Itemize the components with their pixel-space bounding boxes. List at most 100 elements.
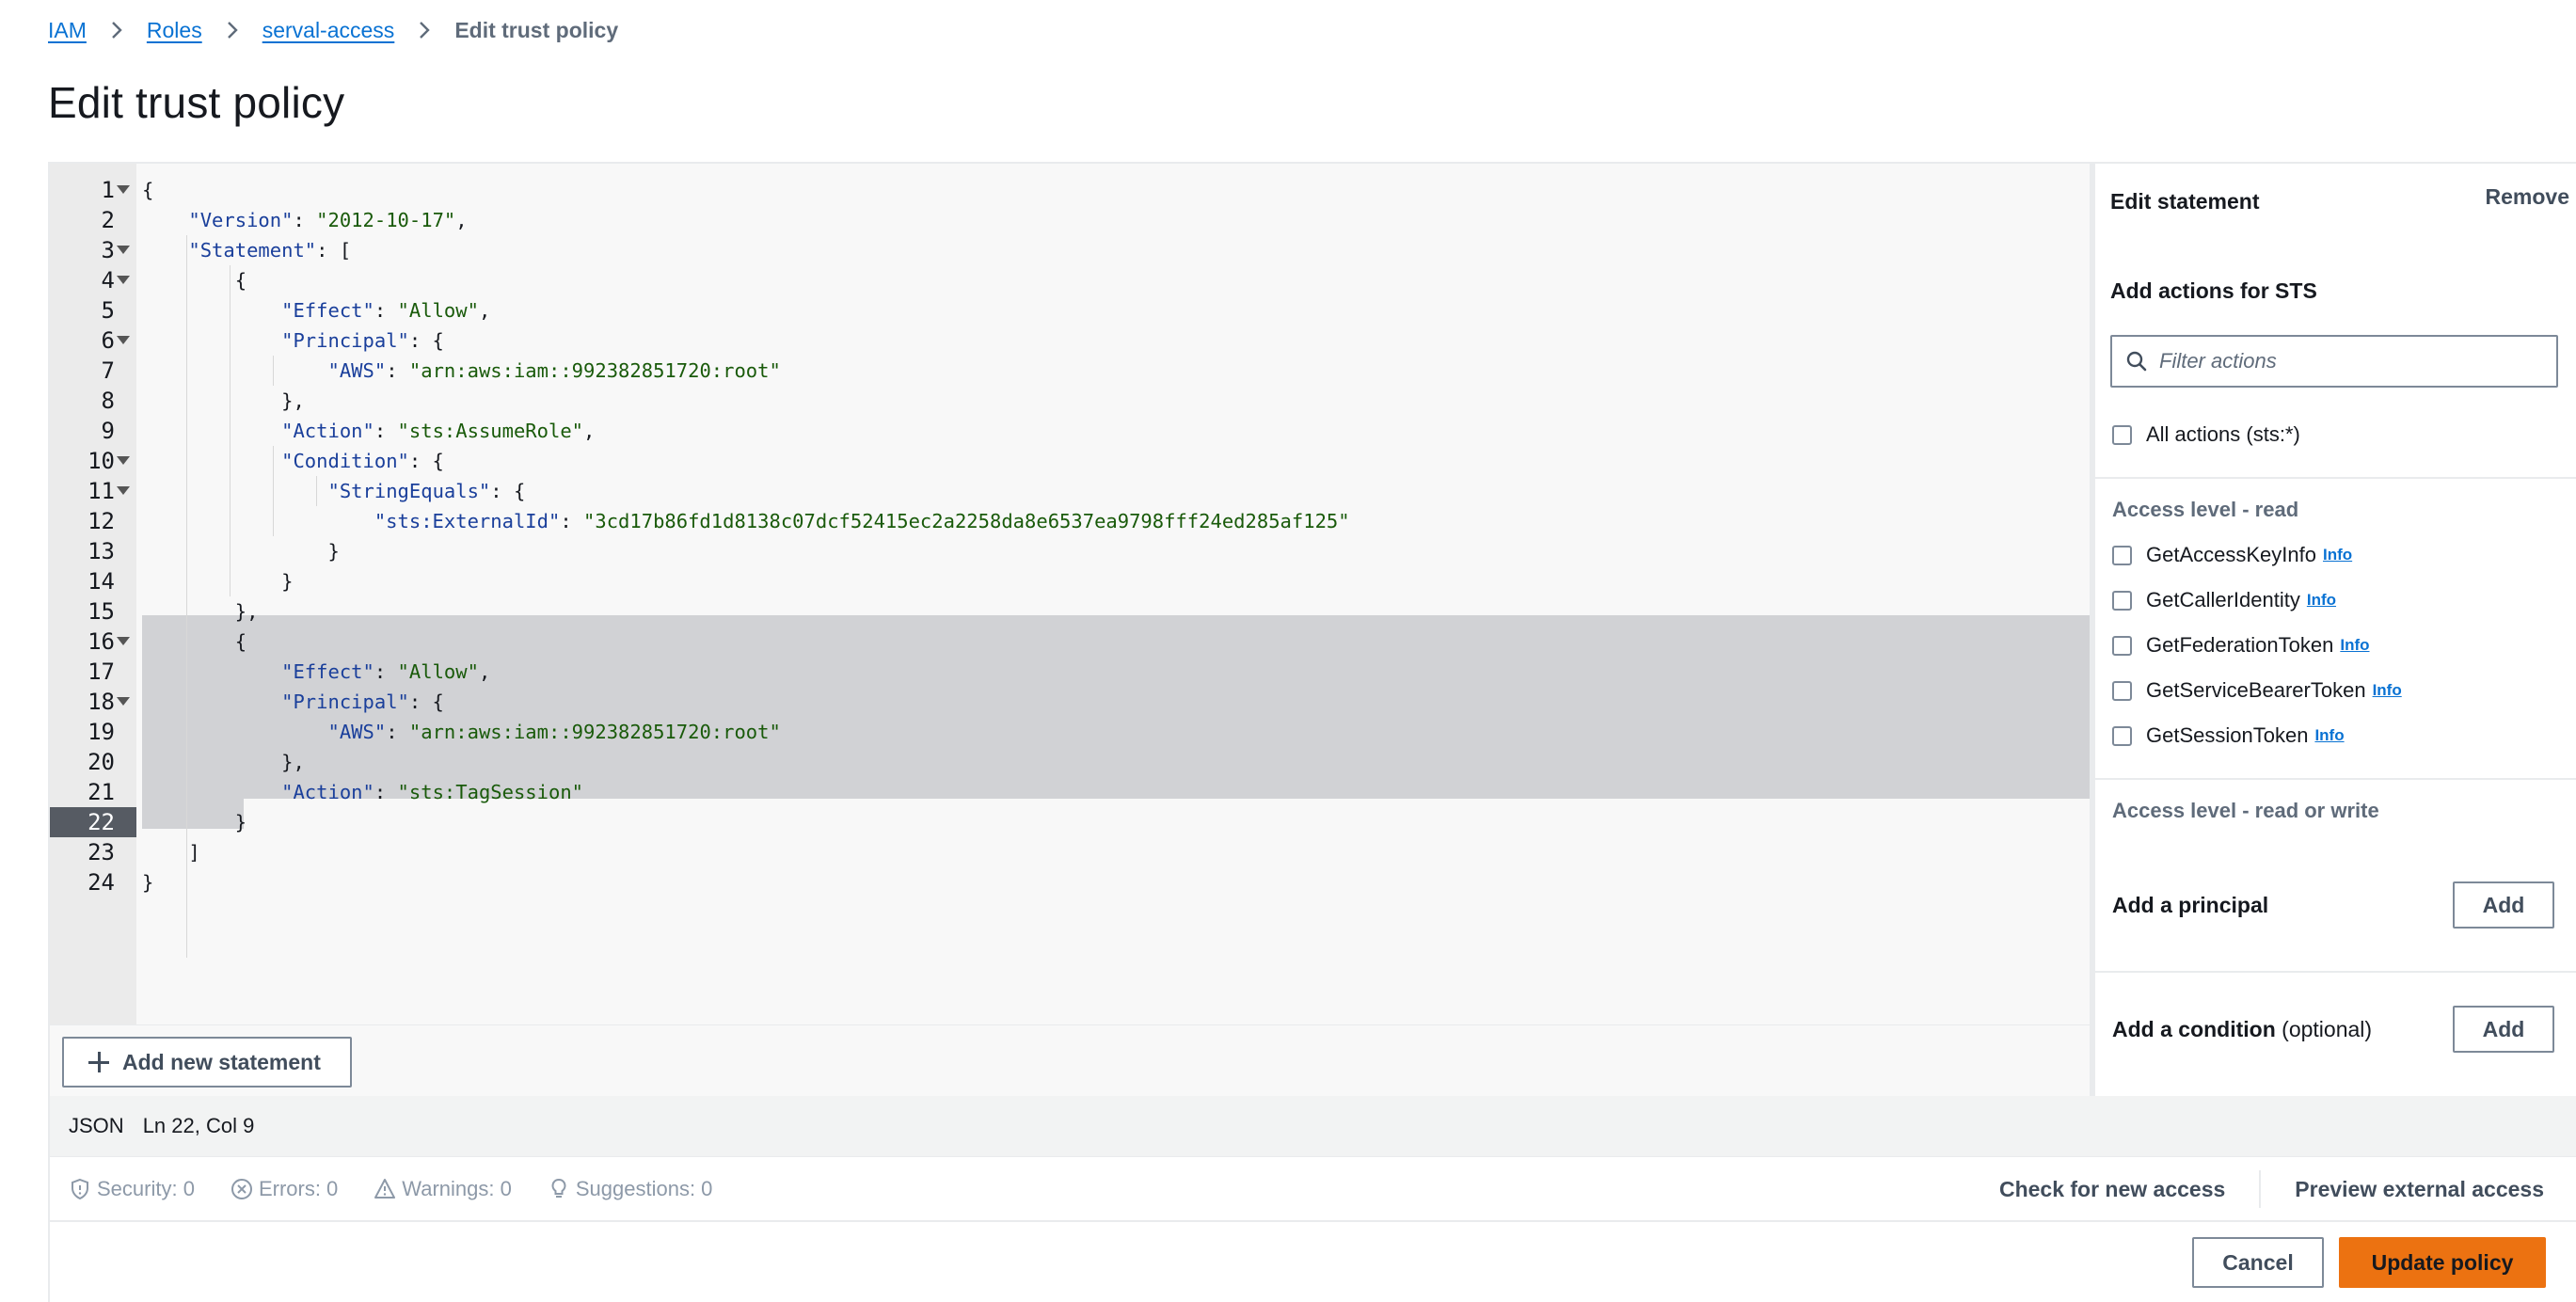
line-number: 6	[50, 326, 115, 356]
action-label: GetSessionToken	[2146, 723, 2308, 748]
action-label: GetAccessKeyInfo	[2146, 543, 2316, 567]
info-link[interactable]: Info	[2307, 591, 2336, 610]
chevron-right-icon	[107, 21, 126, 40]
line-number: 19	[50, 717, 115, 747]
optional-label: (optional)	[2282, 1017, 2372, 1041]
language-indicator: JSON	[69, 1114, 124, 1138]
footer-actions: Cancel Update policy	[2192, 1237, 2546, 1288]
code-line: 18 "Principal": {	[50, 687, 2090, 717]
remove-statement-button[interactable]: Remove	[2486, 184, 2569, 210]
info-link[interactable]: Info	[2323, 546, 2352, 564]
code-line: 6 "Principal": {	[50, 326, 2090, 356]
all-actions-label: All actions (sts:*)	[2146, 422, 2300, 447]
divider	[2095, 778, 2576, 780]
security-count[interactable]: Security: 0	[69, 1177, 195, 1201]
code-line: 15 },	[50, 596, 2090, 627]
divider	[2095, 971, 2576, 973]
line-number: 21	[50, 777, 115, 807]
add-principal-button[interactable]: Add	[2453, 881, 2554, 929]
all-actions-checkbox-row[interactable]: All actions (sts:*)	[2112, 422, 2300, 447]
cancel-button[interactable]: Cancel	[2192, 1237, 2324, 1288]
line-number: 13	[50, 536, 115, 566]
code-line: 16 {	[50, 627, 2090, 657]
code-line: 23 ]	[50, 837, 2090, 867]
errors-count[interactable]: Errors: 0	[231, 1177, 338, 1201]
action-checkbox-row[interactable]: GetFederationToken Info	[2112, 633, 2370, 658]
fold-arrow-icon[interactable]	[117, 486, 130, 495]
action-label: GetServiceBearerToken	[2146, 678, 2366, 703]
line-number: 10	[50, 446, 115, 476]
breadcrumb-iam[interactable]: IAM	[48, 18, 87, 43]
line-number: 17	[50, 657, 115, 687]
code-editor[interactable]: 1 { 2 "Version": "2012-10-17", 3 "Statem…	[50, 164, 2090, 1024]
fold-arrow-icon[interactable]	[117, 637, 130, 645]
search-icon	[2125, 350, 2148, 373]
code-line: 11 "StringEquals": {	[50, 476, 2090, 506]
preview-external-access-button[interactable]: Preview external access	[2261, 1170, 2576, 1208]
cursor-position: Ln 22, Col 9	[143, 1114, 255, 1138]
breadcrumb-current: Edit trust policy	[454, 18, 618, 43]
fold-arrow-icon[interactable]	[117, 336, 130, 344]
add-new-statement-label: Add new statement	[122, 1050, 321, 1075]
action-checkbox[interactable]	[2112, 681, 2132, 701]
code-line-active: 22 }	[50, 807, 2090, 837]
add-condition-row: Add a condition (optional) Add	[2112, 1005, 2554, 1054]
fold-arrow-icon[interactable]	[117, 697, 130, 706]
code-line: 14 }	[50, 566, 2090, 596]
validation-bar: Security: 0 Errors: 0 Warnings: 0 Sugges…	[50, 1156, 2576, 1222]
code-line: 12 "sts:ExternalId": "3cd17b86fd1d8138c0…	[50, 506, 2090, 536]
action-checkbox[interactable]	[2112, 591, 2132, 611]
code-line: 17 "Effect": "Allow",	[50, 657, 2090, 687]
update-policy-button[interactable]: Update policy	[2339, 1237, 2546, 1288]
warnings-count[interactable]: Warnings: 0	[374, 1177, 512, 1201]
fold-arrow-icon[interactable]	[117, 456, 130, 465]
code-line: 13 }	[50, 536, 2090, 566]
error-circle-icon	[231, 1178, 253, 1200]
divider	[2095, 477, 2576, 479]
plus-icon	[88, 1052, 109, 1072]
add-principal-label: Add a principal	[2112, 893, 2268, 918]
fold-arrow-icon[interactable]	[117, 276, 130, 284]
code-line: 5 "Effect": "Allow",	[50, 295, 2090, 326]
code-line: 4 {	[50, 265, 2090, 295]
breadcrumb-roles[interactable]: Roles	[147, 18, 202, 43]
info-link[interactable]: Info	[2373, 681, 2402, 700]
action-checkbox[interactable]	[2112, 726, 2132, 746]
action-checkbox-row[interactable]: GetAccessKeyInfo Info	[2112, 543, 2352, 567]
fold-arrow-icon[interactable]	[117, 246, 130, 254]
code-line: 1 {	[50, 175, 2090, 205]
suggestions-count[interactable]: Suggestions: 0	[548, 1177, 713, 1201]
chevron-right-icon	[223, 21, 242, 40]
line-number: 14	[50, 566, 115, 596]
breadcrumb: IAM Roles serval-access Edit trust polic…	[48, 13, 618, 47]
access-level-read-write-heading: Access level - read or write	[2112, 799, 2379, 823]
fold-arrow-icon[interactable]	[117, 185, 130, 194]
info-link[interactable]: Info	[2340, 636, 2369, 655]
line-number: 1	[50, 175, 115, 205]
filter-actions-input[interactable]	[2159, 349, 2536, 373]
line-number: 9	[50, 416, 115, 446]
action-checkbox[interactable]	[2112, 546, 2132, 565]
action-checkbox-row[interactable]: GetCallerIdentity Info	[2112, 588, 2336, 612]
action-checkbox-row[interactable]: GetServiceBearerToken Info	[2112, 678, 2402, 703]
action-checkbox[interactable]	[2112, 636, 2132, 656]
line-number: 2	[50, 205, 115, 235]
editor-status-bar: JSON Ln 22, Col 9	[50, 1096, 2576, 1156]
access-analysis-actions: Check for new access Preview external ac…	[1965, 1157, 2576, 1221]
code-line: 20 },	[50, 747, 2090, 777]
add-new-statement-button[interactable]: Add new statement	[62, 1037, 352, 1088]
breadcrumb-serval-access[interactable]: serval-access	[262, 18, 395, 43]
filter-actions-field[interactable]	[2110, 335, 2558, 388]
code-line: 10 "Condition": {	[50, 446, 2090, 476]
code-line: 9 "Action": "sts:AssumeRole",	[50, 416, 2090, 446]
add-principal-row: Add a principal Add	[2112, 881, 2554, 929]
line-number: 12	[50, 506, 115, 536]
line-number: 3	[50, 235, 115, 265]
action-checkbox-row[interactable]: GetSessionToken Info	[2112, 723, 2345, 748]
check-new-access-button[interactable]: Check for new access	[1965, 1170, 2259, 1208]
all-actions-checkbox[interactable]	[2112, 425, 2132, 445]
add-condition-button[interactable]: Add	[2453, 1006, 2554, 1053]
info-link[interactable]: Info	[2314, 726, 2344, 745]
line-number: 4	[50, 265, 115, 295]
line-number: 20	[50, 747, 115, 777]
